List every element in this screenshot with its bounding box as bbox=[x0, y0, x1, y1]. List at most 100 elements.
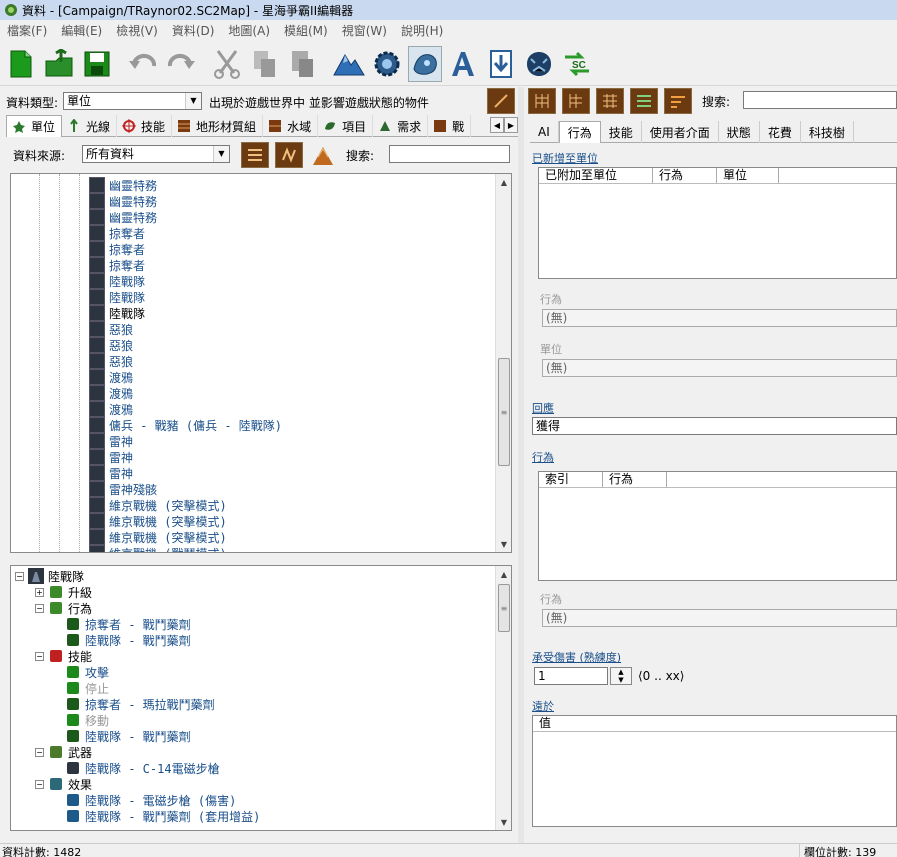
section-response[interactable]: 回應 bbox=[532, 400, 554, 416]
unit-list-scrollbar[interactable]: ▲ ≡ ▼ bbox=[495, 174, 511, 552]
tab-more[interactable]: 戰 bbox=[428, 115, 472, 137]
list-item[interactable]: 雷神殘骸 bbox=[89, 481, 157, 497]
data-type-options-button[interactable] bbox=[487, 88, 515, 114]
view-fields-button[interactable] bbox=[528, 88, 556, 114]
list-item[interactable]: 掠奪者 bbox=[89, 257, 145, 273]
grid-col-behavior[interactable]: 行為 bbox=[653, 168, 717, 183]
list-item[interactable]: 掠奪者 bbox=[89, 225, 145, 241]
tab-requirements[interactable]: 需求 bbox=[373, 115, 429, 137]
menu-help[interactable]: 說明(H) bbox=[394, 22, 450, 39]
unit-field[interactable]: (無) bbox=[542, 359, 897, 377]
view-grid-button[interactable] bbox=[596, 88, 624, 114]
ai-button[interactable] bbox=[522, 46, 556, 82]
list-item[interactable]: 渡鴉 bbox=[89, 385, 133, 401]
damage-spinner[interactable]: ▲ ▼ bbox=[610, 667, 632, 685]
trigger-button[interactable] bbox=[370, 46, 404, 82]
tab-techtree[interactable]: 科技樹 bbox=[801, 121, 854, 143]
collapse-icon[interactable]: − bbox=[35, 747, 44, 757]
damage-input[interactable]: 1 bbox=[534, 667, 608, 685]
tree-root[interactable]: − 陸戰隊 bbox=[15, 568, 84, 584]
scroll-thumb[interactable]: ≡ bbox=[498, 358, 510, 466]
menu-edit[interactable]: 編輯(E) bbox=[54, 22, 109, 39]
collapse-icon[interactable]: − bbox=[15, 571, 24, 581]
tree-leaf[interactable]: 掠奪者 - 瑪拉戰鬥藥劑 bbox=[65, 696, 215, 712]
tab-ui[interactable]: 使用者介面 bbox=[642, 121, 719, 143]
list-item[interactable]: 陸戰隊 bbox=[89, 289, 145, 305]
response-field[interactable]: 獲得 bbox=[532, 417, 897, 435]
menu-data[interactable]: 資料(D) bbox=[165, 22, 222, 39]
text-button[interactable] bbox=[446, 46, 480, 82]
filter-button[interactable] bbox=[309, 142, 337, 168]
attached-unit-grid[interactable]: 已附加至單位 行為 單位 bbox=[538, 167, 897, 279]
paste-button[interactable] bbox=[286, 46, 320, 82]
section-distance[interactable]: 遠於 bbox=[532, 698, 554, 714]
data-source-select[interactable]: 所有資料 ▼ bbox=[82, 145, 230, 163]
import-button[interactable] bbox=[484, 46, 518, 82]
tab-behavior[interactable]: 行為 bbox=[558, 121, 601, 143]
cut-button[interactable] bbox=[210, 46, 244, 82]
publish-button[interactable]: SC bbox=[560, 46, 594, 82]
tab-status[interactable]: 狀態 bbox=[719, 121, 760, 143]
list-item[interactable]: 陸戰隊 bbox=[89, 273, 145, 289]
undo-button[interactable] bbox=[126, 46, 160, 82]
list-item[interactable]: 雷神 bbox=[89, 449, 133, 465]
tab-units[interactable]: 單位 bbox=[6, 115, 63, 137]
expand-icon[interactable]: + bbox=[35, 587, 44, 597]
copy-button[interactable] bbox=[248, 46, 282, 82]
list-item[interactable]: 雷神 bbox=[89, 433, 133, 449]
menu-window[interactable]: 視窗(W) bbox=[335, 22, 394, 39]
menu-map[interactable]: 地圖(A) bbox=[221, 22, 277, 39]
tab-items[interactable]: 項目 bbox=[318, 115, 374, 137]
scroll-thumb[interactable]: ≡ bbox=[498, 584, 510, 632]
list-item[interactable]: 掠奪者 bbox=[89, 241, 145, 257]
collapse-icon[interactable]: − bbox=[35, 603, 44, 613]
list-item[interactable]: 傭兵 - 戰豬 (傭兵 - 陸戰隊) bbox=[89, 417, 282, 433]
collapse-icon[interactable]: − bbox=[35, 651, 44, 661]
scroll-down-icon[interactable]: ▼ bbox=[496, 814, 511, 830]
value-grid[interactable]: 值 bbox=[532, 715, 897, 827]
tab-cost[interactable]: 花費 bbox=[760, 121, 801, 143]
grid-col-behavior[interactable]: 行為 bbox=[603, 472, 667, 487]
list-item[interactable]: 幽靈特務 bbox=[89, 209, 157, 225]
list-item[interactable]: 渡鴉 bbox=[89, 369, 133, 385]
collapse-icon[interactable]: − bbox=[35, 779, 44, 789]
search-input[interactable] bbox=[389, 145, 510, 163]
tree-leaf[interactable]: 移動 bbox=[65, 712, 109, 728]
list-item[interactable]: 渡鴉 bbox=[89, 401, 133, 417]
scroll-up-icon[interactable]: ▲ bbox=[496, 566, 511, 582]
tab-water[interactable]: 水域 bbox=[263, 115, 319, 137]
grid-col-index[interactable]: 索引 bbox=[539, 472, 603, 487]
tree-scrollbar[interactable]: ▲ ≡ ▼ bbox=[495, 566, 511, 830]
scroll-down-icon[interactable]: ▼ bbox=[496, 536, 511, 552]
new-file-button[interactable] bbox=[4, 46, 38, 82]
list-item[interactable]: 幽靈特務 bbox=[89, 193, 157, 209]
list-item[interactable]: 惡狼 bbox=[89, 321, 133, 337]
tree-branch[interactable]: − 行為 bbox=[35, 600, 92, 616]
terrain-button[interactable] bbox=[332, 46, 366, 82]
menu-view[interactable]: 檢視(V) bbox=[109, 22, 165, 39]
list-item[interactable]: 維京戰機 (突擊模式) bbox=[89, 497, 227, 513]
tab-lights[interactable]: 光線 bbox=[62, 115, 118, 137]
list-item[interactable]: 惡狼 bbox=[89, 337, 133, 353]
unit-detail-tree[interactable]: − 陸戰隊 + 升級 − 行為 掠奪者 - 戰鬥藥劑 陸戰隊 - 戰鬥藥劑 − 技能 攻擊 停止掠… bbox=[10, 565, 512, 831]
field-search-input[interactable] bbox=[743, 91, 897, 109]
list-item[interactable]: 陸戰隊 bbox=[89, 305, 145, 321]
behavior-grid[interactable]: 索引 行為 bbox=[538, 471, 897, 581]
chevron-right-icon[interactable]: ▶ bbox=[504, 117, 518, 133]
tab-abilities[interactable]: 技能 bbox=[117, 115, 173, 137]
tree-leaf[interactable]: 掠奪者 - 戰鬥藥劑 bbox=[65, 616, 191, 632]
grid-col-value[interactable]: 值 bbox=[533, 716, 896, 731]
view-tree-button[interactable] bbox=[275, 142, 303, 168]
tree-leaf[interactable]: 陸戰隊 - 戰鬥藥劑 (套用增益) bbox=[65, 808, 260, 824]
tab-terrain-textures[interactable]: 地形材質組 bbox=[172, 115, 264, 137]
view-table-button[interactable] bbox=[562, 88, 590, 114]
chevron-left-icon[interactable]: ◀ bbox=[490, 117, 504, 133]
section-added-to-unit[interactable]: 已新增至單位 bbox=[532, 150, 598, 166]
save-button[interactable] bbox=[80, 46, 114, 82]
behavior2-field[interactable]: (無) bbox=[542, 609, 897, 627]
unit-list[interactable]: 幽靈特務 幽靈特務 幽靈特務 掠奪者 掠奪者 掠奪者 陸戰隊 陸戰隊 陸戰隊 惡狼 惡狼 惡狼 渡鴉 渡鴉… bbox=[10, 173, 512, 553]
data-editor-button[interactable] bbox=[408, 45, 442, 82]
list-item[interactable]: 維京戰機 (突擊模式) bbox=[89, 529, 227, 545]
tree-leaf[interactable]: 陸戰隊 - 戰鬥藥劑 bbox=[65, 728, 191, 744]
show-values-button[interactable] bbox=[630, 88, 658, 114]
